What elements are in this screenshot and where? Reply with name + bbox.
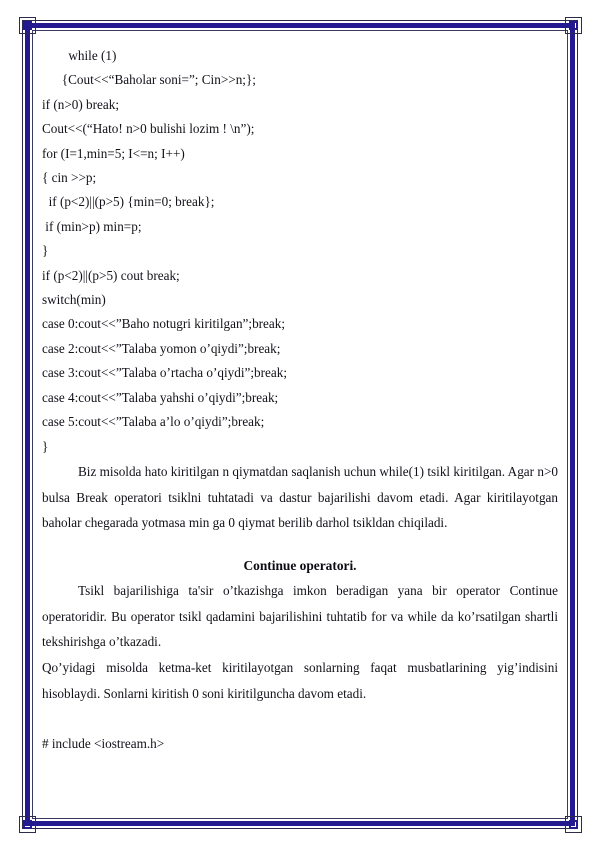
border-corner-ornament-bottom-left: [19, 816, 36, 833]
code-block-break-example: while (1) {Cout<<“Baholar soni=”; Cin>>n…: [42, 44, 558, 459]
code-line: switch(min): [42, 292, 106, 308]
border-corner-ornament-top-left: [19, 17, 36, 34]
code-line: }: [42, 243, 49, 259]
code-line: case 4:cout<<”Talaba yahshi o’qiydi”;bre…: [42, 389, 279, 405]
paragraph-continue-example-intro: Qo’yidagi misolda ketma-ket kiritilayotg…: [42, 660, 558, 701]
code-line: case 3:cout<<”Talaba o’rtacha o’qiydi”;b…: [42, 365, 287, 381]
code-block-continue-example: # include <iostream.h>: [42, 732, 558, 756]
code-line: { cin >>p;: [42, 170, 97, 186]
code-line: for (I=1,min=5; I<=n; I++): [42, 145, 185, 161]
paragraph-break-explanation: Biz misolda hato kiritilgan n qiymatdan …: [42, 463, 558, 531]
code-line: if (n>0) break;: [42, 96, 120, 112]
heading-continue-operatori: Continue operatori.: [243, 557, 357, 573]
code-line: if (p<2)||(p>5) cout break;: [42, 267, 180, 283]
code-line: # include <iostream.h>: [42, 736, 165, 752]
code-line: case 2:cout<<”Talaba yomon o’qiydi”;brea…: [42, 340, 281, 356]
code-line: {Cout<<“Baholar soni=”; Cin>>n;};: [42, 72, 256, 88]
paragraph-continue-description: Tsikl bajarilishiga ta'sir o’tkazishga i…: [42, 583, 558, 650]
code-line: Cout<<(“Hato! n>0 bulishi lozim ! \n”);: [42, 121, 255, 137]
border-corner-ornament-top-right: [565, 17, 582, 34]
code-line: case 0:cout<<”Baho notugri kiritilgan”;b…: [42, 316, 286, 332]
border-corner-ornament-bottom-right: [565, 816, 582, 833]
code-line: while (1): [42, 48, 117, 63]
code-line: case 5:cout<<”Talaba a’lo o’qiydi”;break…: [42, 414, 265, 430]
document-content: while (1) {Cout<<“Baholar soni=”; Cin>>n…: [42, 44, 558, 804]
code-line: if (p<2)||(p>5) {min=0; break};: [42, 194, 215, 210]
code-line: if (min>p) min=p;: [42, 218, 142, 234]
code-line: }: [42, 438, 49, 454]
